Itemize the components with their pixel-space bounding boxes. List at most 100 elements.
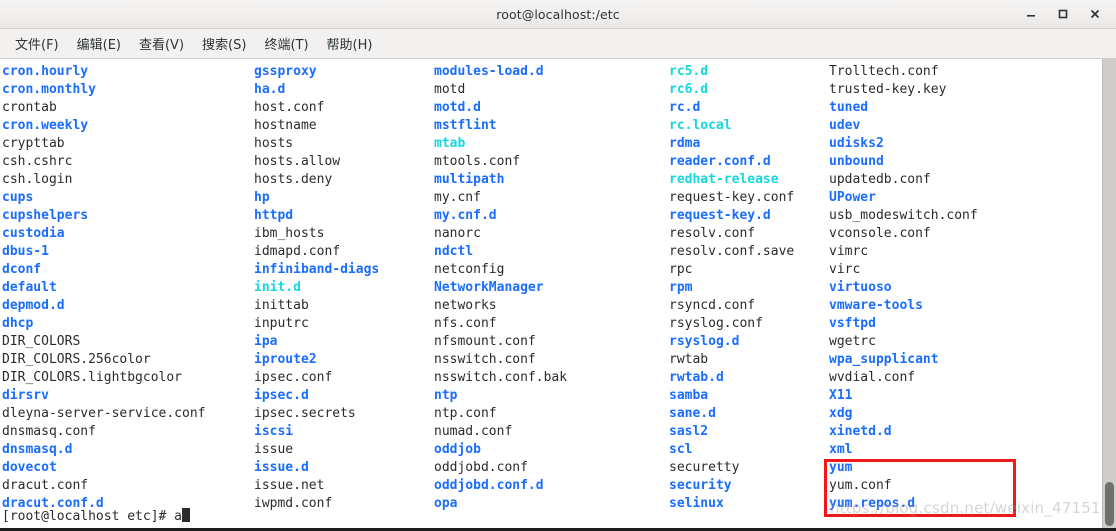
ls-entry: wvdial.conf (829, 370, 916, 385)
ls-entry: iwpmd.conf (254, 496, 333, 511)
ls-entry: UPower (829, 190, 876, 205)
ls-column-2: modules-load.d motd motd.d mstflint mtab mtoo… (434, 63, 669, 513)
ls-entry: my.cnf.d (434, 208, 497, 223)
ls-entry: udisks2 (829, 136, 884, 151)
ls-entry: gssproxy (254, 64, 317, 79)
ls-entry: motd (434, 82, 466, 97)
ls-entry: nsswitch.conf (434, 352, 536, 367)
ls-entry: sasl2 (669, 424, 709, 439)
ls-entry: ntp.conf (434, 406, 497, 421)
ls-entry: nsswitch.conf.bak (434, 370, 568, 385)
ls-entry: rwtab (669, 352, 709, 367)
ls-column-3: rc5.d rc6.d rc.d rc.local rdma reader.conf.d r… (669, 63, 829, 513)
ls-entry: reader.conf.d (669, 154, 771, 169)
text-cursor (182, 508, 191, 522)
ls-entry: cron.weekly (2, 118, 89, 133)
ls-entry: virtuoso (829, 280, 892, 295)
ls-entry: rc.local (669, 118, 732, 133)
ls-entry: oddjobd.conf.d (434, 478, 544, 493)
ls-entry: NetworkManager (434, 280, 544, 295)
ls-entry: DIR_COLORS.256color (2, 352, 151, 367)
ls-entry: rc.d (669, 100, 701, 115)
ls-entry: infiniband-diags (254, 262, 380, 277)
ls-entry: dleyna-server-service.conf (2, 406, 206, 421)
shell-prompt-line[interactable]: [root@localhost etc]# a (2, 508, 191, 526)
menu-search[interactable]: 搜索(S) (193, 31, 255, 56)
ls-entry: crontab (2, 100, 57, 115)
ls-entry: rc5.d (669, 64, 709, 79)
ls-entry: dirsrv (2, 388, 49, 403)
ls-entry: request-key.d (669, 208, 771, 223)
ls-entry: wgetrc (829, 334, 876, 349)
minimize-icon (1027, 15, 1035, 17)
ls-entry: trusted-key.key (829, 82, 947, 97)
ls-entry: Trolltech.conf (829, 64, 939, 79)
ls-entry: rsyslog.conf (669, 316, 763, 331)
ls-entry: security (669, 478, 732, 493)
ls-entry: issue (254, 442, 294, 457)
ls-entry: depmod.d (2, 298, 65, 313)
ls-entry: inputrc (254, 316, 309, 331)
ls-entry: rdma (669, 136, 701, 151)
terminal-output[interactable]: cron.hourly cron.monthly crontab cron.weekl… (0, 59, 1102, 528)
ls-entry: oddjobd.conf (434, 460, 528, 475)
maximize-button[interactable] (1048, 2, 1078, 26)
ls-entry: dracut.conf (2, 478, 89, 493)
ls-entry: rsyslog.d (669, 334, 740, 349)
ls-entry: modules-load.d (434, 64, 544, 79)
ls-entry: yum (829, 460, 853, 475)
ls-entry: DIR_COLORS (2, 334, 81, 349)
ls-entry: vconsole.conf (829, 226, 931, 241)
ls-entry: ipsec.secrets (254, 406, 356, 421)
ls-entry: wpa_supplicant (829, 352, 939, 367)
ls-entry: issue.d (254, 460, 309, 475)
scrollbar-thumb[interactable] (1105, 482, 1114, 526)
ls-entry: rsyncd.conf (669, 298, 756, 313)
ls-entry: yum.repos.d (829, 496, 916, 511)
minimize-button[interactable] (1016, 2, 1046, 26)
ls-entry: oddjob (434, 442, 481, 457)
ls-entry: hosts.deny (254, 172, 333, 187)
menu-view[interactable]: 查看(V) (130, 31, 193, 56)
ls-entry: crypttab (2, 136, 65, 151)
ls-entry: httpd (254, 208, 294, 223)
ls-entry: yum.conf (829, 478, 892, 493)
menu-help[interactable]: 帮助(H) (318, 31, 382, 56)
ls-entry: csh.cshrc (2, 154, 73, 169)
ls-entry: cups (2, 190, 34, 205)
ls-entry: hosts (254, 136, 294, 151)
menu-file[interactable]: 文件(F) (6, 31, 68, 56)
menu-edit[interactable]: 编辑(E) (68, 31, 130, 56)
ls-entry: xml (829, 442, 853, 457)
ls-entry: resolv.conf.save (669, 244, 795, 259)
ls-entry: udev (829, 118, 861, 133)
ls-entry: numad.conf (434, 424, 513, 439)
ls-entry: dconf (2, 262, 42, 277)
ls-entry: motd.d (434, 100, 481, 115)
close-icon (1090, 9, 1100, 19)
vertical-scrollbar[interactable] (1102, 59, 1116, 528)
ls-entry: hosts.allow (254, 154, 341, 169)
menubar: 文件(F) 编辑(E) 查看(V) 搜索(S) 终端(T) 帮助(H) (0, 29, 1116, 59)
ls-entry: dnsmasq.conf (2, 424, 96, 439)
terminal-window: root@localhost:/etc 文件(F) 编辑(E) 查看(V) 搜索… (0, 0, 1116, 531)
ls-entry: updatedb.conf (829, 172, 931, 187)
ls-entry: default (2, 280, 57, 295)
ls-entry: vimrc (829, 244, 869, 259)
ls-entry: idmapd.conf (254, 244, 341, 259)
ls-entry: rpc (669, 262, 693, 277)
window-title: root@localhost:/etc (496, 6, 620, 22)
shell-prompt-text: [root@localhost etc]# a (2, 509, 183, 524)
ls-entry: ibm_hosts (254, 226, 325, 241)
ls-entry: rwtab.d (669, 370, 724, 385)
ls-entry: usb_modeswitch.conf (829, 208, 978, 223)
ls-entry: virc (829, 262, 861, 277)
ls-entry: samba (669, 388, 709, 403)
menu-terminal[interactable]: 终端(T) (255, 31, 317, 56)
ls-entry: cron.monthly (2, 82, 96, 97)
ls-entry: multipath (434, 172, 505, 187)
ls-entry: iscsi (254, 424, 294, 439)
ls-entry: dnsmasq.d (2, 442, 73, 457)
ls-entry: csh.login (2, 172, 73, 187)
close-button[interactable] (1080, 2, 1110, 26)
